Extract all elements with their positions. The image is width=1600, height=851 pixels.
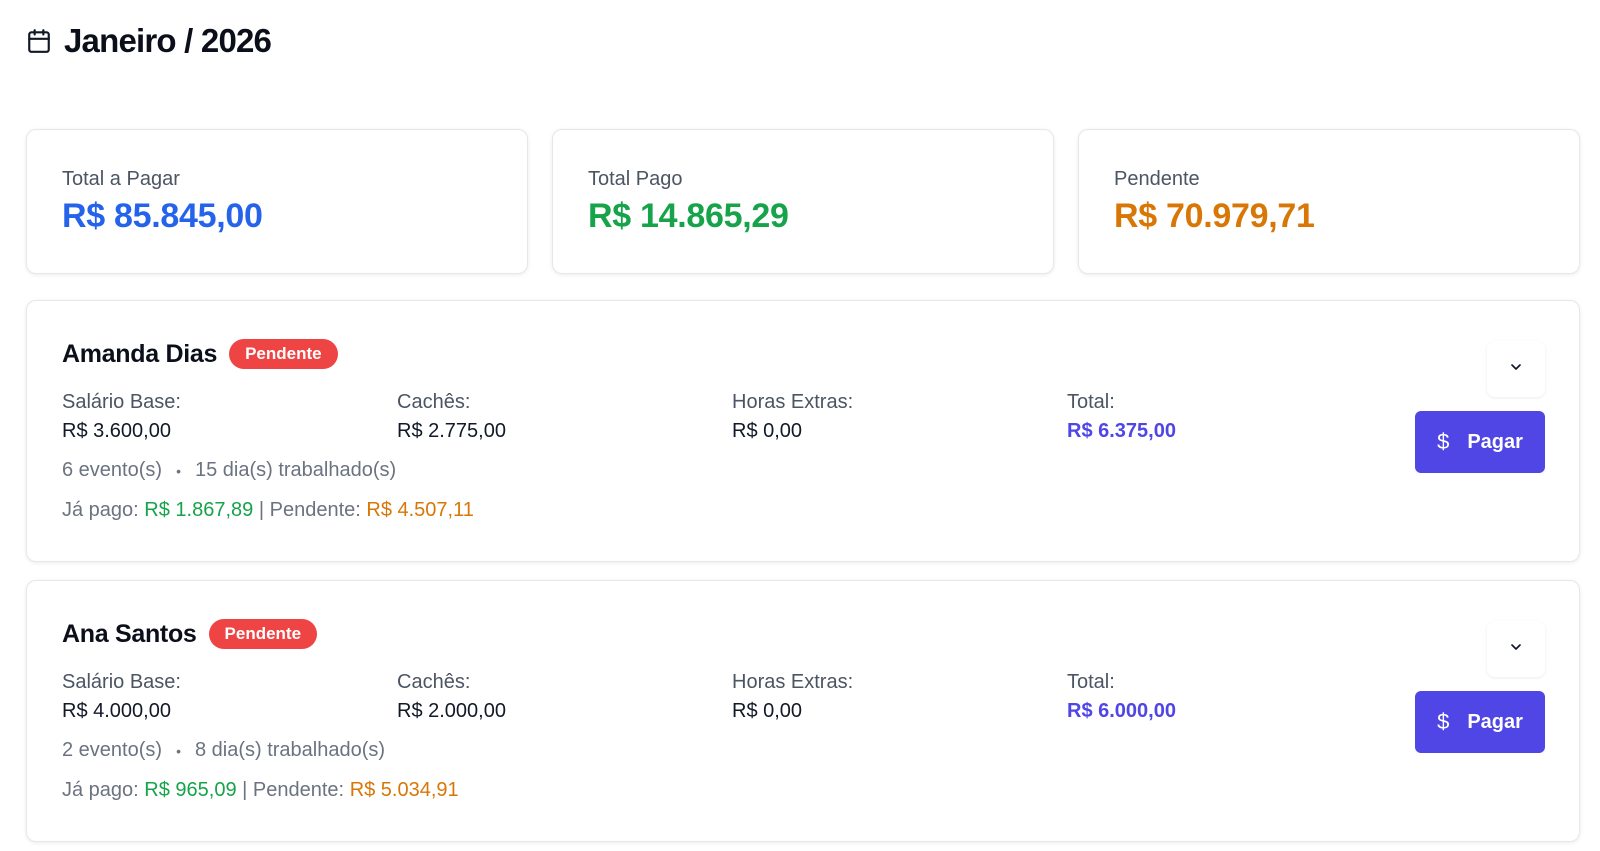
salary-block: Salário Base: R$ 3.600,00 xyxy=(62,391,397,443)
caches-block: Cachês: R$ 2.000,00 xyxy=(397,671,732,723)
total-label: Total: xyxy=(1067,671,1115,693)
events-count: 2 evento(s) xyxy=(62,739,163,761)
page-header: Janeiro / 2026 xyxy=(26,22,272,60)
paid-label: Já pago: xyxy=(62,499,139,521)
summary-value: R$ 14.865,29 xyxy=(588,197,789,235)
summary-cards: Total a Pagar R$ 85.845,00 Total Pago R$… xyxy=(26,129,1580,274)
separator: | xyxy=(242,779,248,801)
payroll-page: Janeiro / 2026 Total a Pagar R$ 85.845,0… xyxy=(0,0,1600,851)
pay-breakdown: Salário Base: R$ 3.600,00 Cachês: R$ 2.7… xyxy=(62,391,1402,443)
overtime-label: Horas Extras: xyxy=(732,391,854,413)
summary-value: R$ 85.845,00 xyxy=(62,197,263,235)
overtime-value: R$ 0,00 xyxy=(732,420,803,442)
days-worked: 15 dia(s) trabalhado(s) xyxy=(194,459,397,481)
caches-value: R$ 2.000,00 xyxy=(397,700,506,722)
paid-value: R$ 1.867,89 xyxy=(144,499,254,521)
summary-value: R$ 70.979,71 xyxy=(1114,197,1315,235)
total-value: R$ 6.375,00 xyxy=(1067,420,1176,442)
summary-label: Total a Pagar xyxy=(62,168,180,190)
status-badge: Pendente xyxy=(208,619,318,649)
caches-block: Cachês: R$ 2.775,00 xyxy=(397,391,732,443)
salary-block: Salário Base: R$ 4.000,00 xyxy=(62,671,397,723)
overtime-value: R$ 0,00 xyxy=(732,700,803,722)
pay-button-label: Pagar xyxy=(1467,710,1523,733)
total-label: Total: xyxy=(1067,391,1115,413)
page-title: Janeiro / 2026 xyxy=(64,22,272,59)
employee-card: Ana Santos Pendente Salário Base: R$ 4.0… xyxy=(26,580,1580,842)
pay-breakdown: Salário Base: R$ 4.000,00 Cachês: R$ 2.0… xyxy=(62,671,1402,723)
employee-name: Amanda Dias xyxy=(62,339,218,368)
payment-status-line: Já pago: R$ 965,09 | Pendente: R$ 5.034,… xyxy=(62,779,459,802)
pending-value: R$ 5.034,91 xyxy=(349,779,459,801)
total-block: Total: R$ 6.000,00 xyxy=(1067,671,1402,723)
total-value: R$ 6.000,00 xyxy=(1067,700,1176,722)
separator: | xyxy=(258,499,265,521)
pending-label: Pendente: xyxy=(252,779,345,801)
overtime-label: Horas Extras: xyxy=(732,671,854,693)
employee-card: Amanda Dias Pendente Salário Base: R$ 3.… xyxy=(26,300,1580,562)
pay-button[interactable]: $ Pagar xyxy=(1415,411,1545,473)
work-summary: 2 evento(s) • 8 dia(s) trabalhado(s) xyxy=(62,739,385,762)
paid-label: Já pago: xyxy=(62,779,139,801)
salary-label: Salário Base: xyxy=(62,391,181,413)
salary-value: R$ 3.600,00 xyxy=(62,420,171,442)
caches-value: R$ 2.775,00 xyxy=(397,420,506,442)
bullet-separator: • xyxy=(176,462,181,479)
salary-label: Salário Base: xyxy=(62,671,181,693)
calendar-icon xyxy=(26,28,52,54)
caches-label: Cachês: xyxy=(397,671,471,693)
summary-card-paid: Total Pago R$ 14.865,29 xyxy=(552,129,1054,274)
employee-header: Ana Santos Pendente xyxy=(62,619,318,649)
pending-label: Pendente: xyxy=(269,499,361,521)
total-block: Total: R$ 6.375,00 xyxy=(1067,391,1402,443)
chevron-down-icon xyxy=(1508,359,1524,380)
summary-label: Pendente xyxy=(1114,168,1200,190)
pay-button-label: Pagar xyxy=(1467,430,1523,453)
employee-header: Amanda Dias Pendente xyxy=(62,339,338,369)
salary-value: R$ 4.000,00 xyxy=(62,700,171,722)
chevron-down-icon xyxy=(1508,639,1524,660)
expand-button[interactable] xyxy=(1487,621,1545,677)
overtime-block: Horas Extras: R$ 0,00 xyxy=(732,391,1067,443)
caches-label: Cachês: xyxy=(397,391,471,413)
expand-button[interactable] xyxy=(1487,341,1545,397)
days-worked: 8 dia(s) trabalhado(s) xyxy=(194,739,386,761)
status-badge: Pendente xyxy=(229,339,338,369)
summary-card-pending: Pendente R$ 70.979,71 xyxy=(1078,129,1580,274)
summary-card-total: Total a Pagar R$ 85.845,00 xyxy=(26,129,528,274)
overtime-block: Horas Extras: R$ 0,00 xyxy=(732,671,1067,723)
work-summary: 6 evento(s) • 15 dia(s) trabalhado(s) xyxy=(62,459,396,482)
dollar-icon: $ xyxy=(1437,429,1450,454)
payment-status-line: Já pago: R$ 1.867,89 | Pendente: R$ 4.50… xyxy=(62,499,474,522)
pending-value: R$ 4.507,11 xyxy=(366,499,474,521)
bullet-separator: • xyxy=(176,742,181,759)
dollar-icon: $ xyxy=(1437,709,1450,734)
events-count: 6 evento(s) xyxy=(62,459,163,481)
pay-button[interactable]: $ Pagar xyxy=(1415,691,1545,753)
summary-label: Total Pago xyxy=(588,168,683,190)
employee-name: Ana Santos xyxy=(62,619,197,648)
paid-value: R$ 965,09 xyxy=(144,779,237,801)
